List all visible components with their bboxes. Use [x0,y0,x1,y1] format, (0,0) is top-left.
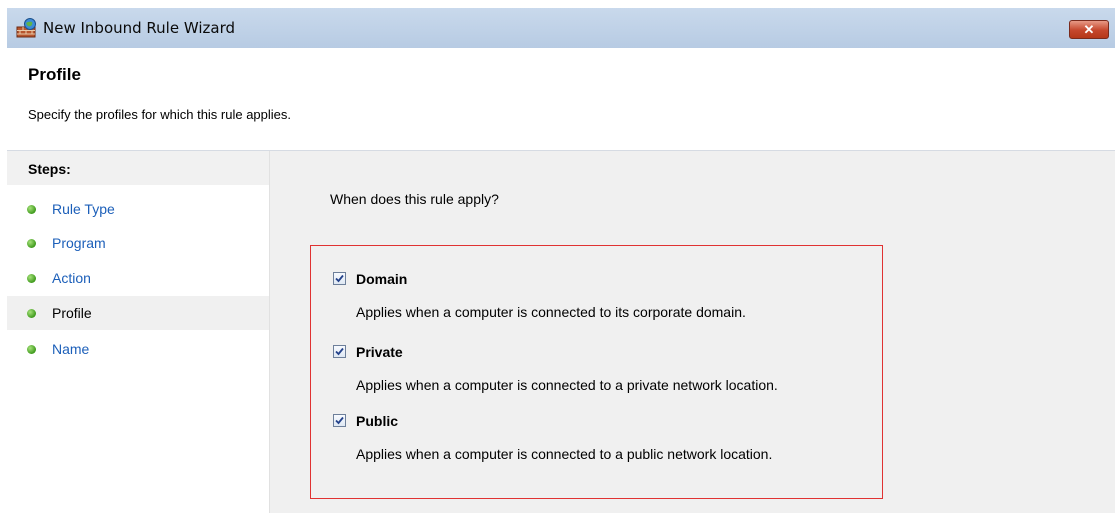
steps-heading: Steps: [7,151,269,185]
domain-label[interactable]: Domain [356,271,407,287]
step-label: Rule Type [52,201,115,217]
firewall-icon [16,18,38,38]
page-title: Profile [28,65,81,84]
page-description: Specify the profiles for which this rule… [28,107,292,122]
close-button[interactable]: ✕ [1069,20,1109,39]
step-status-icon [27,274,36,283]
public-checkbox[interactable] [333,414,346,427]
wizard-window: New Inbound Rule Wizard ✕ Profile Specif… [7,8,1115,513]
step-program[interactable]: Program [7,226,269,260]
step-status-icon [27,345,36,354]
step-status-icon [27,205,36,214]
title-bar[interactable]: New Inbound Rule Wizard ✕ [7,8,1115,48]
step-label: Program [52,235,106,251]
public-description: Applies when a computer is connected to … [356,446,773,462]
rule-apply-question: When does this rule apply? [330,191,499,207]
step-rule-type[interactable]: Rule Type [7,192,269,226]
checkmark-icon [335,347,344,356]
step-profile: Profile [7,296,269,330]
steps-panel: Steps: Rule Type Program Action Profile … [7,151,270,513]
steps-heading-label: Steps: [28,161,71,177]
close-icon: ✕ [1083,22,1095,37]
step-status-icon [27,309,36,318]
step-label: Profile [52,305,92,321]
checkmark-icon [335,274,344,283]
window-title: New Inbound Rule Wizard [43,19,235,37]
private-label[interactable]: Private [356,344,403,360]
step-status-icon [27,239,36,248]
private-description: Applies when a computer is connected to … [356,377,778,393]
private-checkbox[interactable] [333,345,346,358]
public-label[interactable]: Public [356,413,398,429]
wizard-header: Profile Specify the profiles for which t… [7,48,1115,150]
domain-checkbox[interactable] [333,272,346,285]
step-label: Name [52,341,90,357]
step-name[interactable]: Name [7,332,269,366]
profile-content: When does this rule apply? Domain Applie… [270,151,1115,513]
step-label: Action [52,270,91,286]
step-action[interactable]: Action [7,261,269,295]
checkmark-icon [335,416,344,425]
domain-description: Applies when a computer is connected to … [356,304,746,320]
